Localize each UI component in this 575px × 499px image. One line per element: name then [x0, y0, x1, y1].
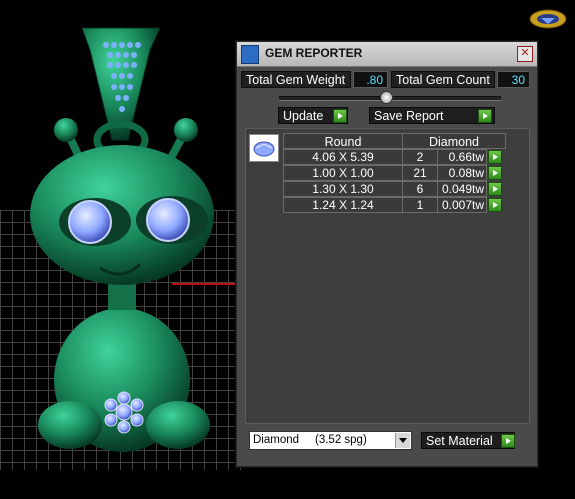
arrow-right-icon[interactable] [488, 182, 502, 196]
slider-thumb[interactable] [380, 91, 393, 104]
row-size: 1.00 X 1.00 [283, 165, 403, 181]
row-size: 1.30 X 1.30 [283, 181, 403, 197]
row-count: 21 [402, 165, 438, 181]
header-material: Diamond [402, 133, 506, 149]
row-count: 2 [402, 149, 438, 165]
total-gem-count-label: Total Gem Count [391, 71, 495, 88]
panel-title: GEM REPORTER [265, 46, 363, 60]
report-area: Round Diamond 4.06 X 5.39 2 0.66tw 1.00 … [245, 128, 530, 424]
arrow-right-icon[interactable] [478, 109, 492, 123]
close-icon[interactable]: ✕ [517, 46, 533, 62]
row-count: 1 [402, 197, 438, 213]
total-gem-weight-label: Total Gem Weight [241, 71, 351, 88]
row-weight: 0.049tw [437, 181, 487, 197]
row-size: 1.24 X 1.24 [283, 197, 403, 213]
header-shape: Round [283, 133, 403, 149]
row-weight: 0.007tw [437, 197, 487, 213]
save-report-label: Save Report [374, 109, 444, 123]
chevron-down-icon[interactable] [395, 433, 410, 448]
arrow-right-icon[interactable] [488, 150, 502, 164]
app-logo-icon[interactable] [528, 8, 568, 30]
material-select[interactable]: Diamond (3.52 spg) [249, 431, 412, 450]
row-weight: 0.66tw [437, 149, 487, 165]
arrow-right-icon[interactable] [488, 198, 502, 212]
update-label: Update [283, 109, 324, 123]
set-material-label: Set Material [426, 434, 493, 448]
row-count: 6 [402, 181, 438, 197]
arrow-right-icon[interactable] [501, 434, 515, 448]
arrow-right-icon[interactable] [488, 166, 502, 180]
arrow-right-icon[interactable] [333, 109, 347, 123]
row-weight: 0.08tw [437, 165, 487, 181]
total-gem-weight-value: .80 [353, 71, 388, 88]
total-gem-count-value: 30 [497, 71, 530, 88]
save-report-button[interactable]: Save Report [369, 107, 495, 124]
gem-reporter-icon [241, 45, 259, 64]
row-size: 4.06 X 5.39 [283, 149, 403, 165]
panel-titlebar[interactable]: GEM REPORTER ✕ [237, 42, 537, 67]
gem-thumbnail-icon[interactable] [249, 134, 279, 162]
alien-pendant-model[interactable] [0, 0, 240, 470]
material-select-value: Diamond (3.52 spg) [253, 434, 367, 446]
gem-reporter-panel: GEM REPORTER ✕ Total Gem Weight .80 Tota… [236, 41, 538, 467]
